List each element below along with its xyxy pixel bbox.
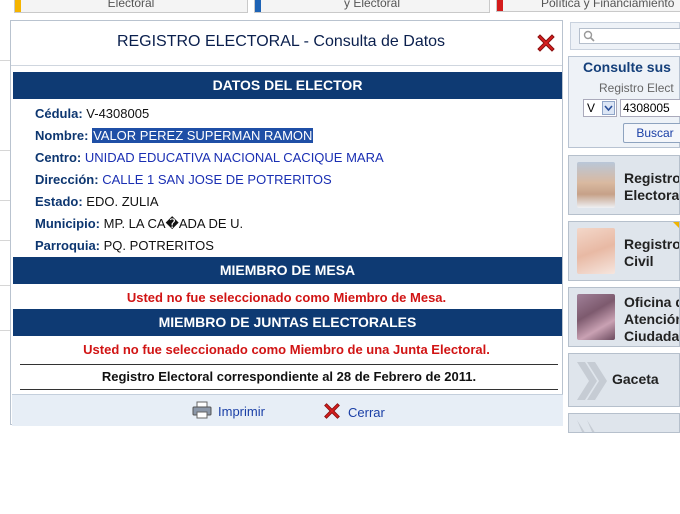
tab-color-bar [255, 0, 261, 12]
field-value: V-4308005 [86, 106, 150, 121]
field-estado: Estado: EDO. ZULIA [35, 194, 159, 209]
registro-electoral-photo [577, 162, 615, 208]
printer-icon [192, 401, 212, 422]
link-registro-electoral[interactable]: Registro Electora [568, 155, 680, 215]
dialog-footer: Imprimir Cerrar [12, 394, 563, 426]
field-label: Nombre: [35, 128, 89, 143]
consulta-panel: Consulte sus Registro Elect V 4308005 Bu… [568, 56, 680, 148]
field-label: Centro: [35, 150, 82, 165]
registro-civil-photo [577, 228, 615, 274]
consulta-datos-dialog: REGISTRO ELECTORAL - Consulta de Datos D… [10, 20, 563, 426]
link-registro-civil[interactable]: Registro Civil [568, 221, 680, 281]
card-label: Oficina d Atención Ciudada [624, 294, 680, 344]
field-value-selected[interactable]: VALOR PEREZ SUPERMAN RAMON [92, 128, 314, 143]
link-oficina-atencion[interactable]: Oficina d Atención Ciudada [568, 287, 680, 347]
tab-label: y Electoral [343, 0, 401, 10]
field-label: Parroquia: [35, 238, 101, 253]
card-label: Gaceta [612, 371, 659, 387]
consulta-subtitle: Registro Elect [599, 81, 674, 95]
field-value: PQ. POTRERITOS [103, 238, 214, 253]
background-divider [0, 200, 10, 201]
field-value: UNIDAD EDUCATIVA NACIONAL CACIQUE MARA [84, 150, 384, 165]
tab-color-bar [15, 0, 21, 12]
close-icon [322, 401, 342, 424]
field-label: Municipio: [35, 216, 100, 231]
link-gaceta[interactable]: Gaceta [568, 353, 680, 407]
mesa-message: Usted no fue seleccionado como Miembro d… [126, 290, 447, 305]
background-divider [0, 285, 10, 286]
section-datos-elector: DATOS DEL ELECTOR [13, 72, 562, 99]
card-label: Registro Electora [624, 170, 680, 203]
field-parroquia: Parroquia: PQ. POTRERITOS [35, 238, 214, 253]
background-divider [0, 330, 10, 331]
registro-note: Registro Electoral correspondiente al 28… [20, 364, 558, 390]
field-value: CALLE 1 SAN JOSE DE POTRERITOS [102, 172, 332, 187]
close-label: Cerrar [348, 405, 385, 420]
buscar-button[interactable]: Buscar [623, 123, 680, 143]
section-juntas-electorales: MIEMBRO DE JUNTAS ELECTORALES [13, 309, 562, 336]
consulta-title: Consulte sus [583, 59, 671, 75]
cedula-input[interactable]: 4308005 [620, 99, 680, 117]
dialog-title: REGISTRO ELECTORAL - Consulta de Datos [116, 33, 446, 50]
close-button[interactable]: Cerrar [322, 401, 385, 424]
print-label: Imprimir [218, 404, 265, 419]
field-cedula: Cédula: V-4308005 [35, 106, 149, 121]
chevron-right-icon [575, 360, 609, 406]
chevron-down-icon [602, 101, 615, 115]
field-value: EDO. ZULIA [86, 194, 159, 209]
field-label: Cédula: [35, 106, 83, 121]
field-value: MP. LA CA�ADA DE U. [103, 216, 244, 231]
top-tab-electoral[interactable]: Electoral [14, 0, 248, 13]
tab-label: Electoral [107, 0, 155, 10]
nationality-select[interactable]: V [583, 99, 617, 117]
link-next-partial[interactable] [568, 413, 680, 433]
field-label: Estado: [35, 194, 83, 209]
background-divider [0, 60, 10, 61]
card-label: Registro Civil [624, 236, 680, 269]
tab-color-bar [497, 0, 503, 11]
site-search [570, 22, 680, 50]
field-centro: Centro: UNIDAD EDUCATIVA NACIONAL CACIQU… [35, 150, 384, 165]
field-direccion: Dirección: CALLE 1 SAN JOSE DE POTRERITO… [35, 172, 332, 187]
print-button[interactable]: Imprimir [192, 401, 265, 422]
background-divider [0, 150, 10, 151]
field-municipio: Municipio: MP. LA CA�ADA DE U. [35, 216, 243, 232]
top-tab-y-electoral[interactable]: y Electoral [254, 0, 490, 13]
field-label: Dirección: [35, 172, 99, 187]
section-miembro-mesa: MIEMBRO DE MESA [13, 257, 562, 284]
corner-ribbon-icon [671, 222, 679, 230]
search-icon [583, 29, 595, 47]
right-sidebar: Consulte sus Registro Elect V 4308005 Bu… [566, 0, 680, 514]
juntas-message: Usted no fue seleccionado como Miembro d… [83, 342, 490, 357]
field-nombre: Nombre: VALOR PEREZ SUPERMAN RAMON [35, 128, 314, 143]
chevron-right-icon [575, 418, 609, 432]
nationality-value: V [587, 101, 596, 115]
background-divider [0, 240, 10, 241]
close-icon[interactable] [535, 32, 557, 54]
oficina-atencion-photo [577, 294, 615, 340]
dialog-header: REGISTRO ELECTORAL - Consulta de Datos [11, 21, 562, 66]
